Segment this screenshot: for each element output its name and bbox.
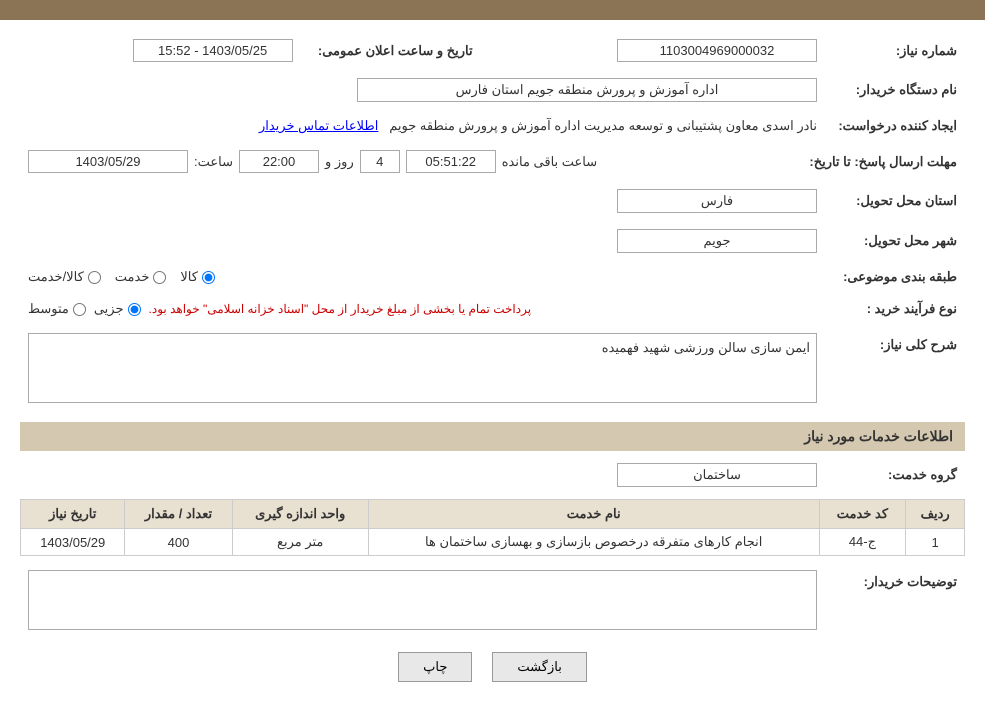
radio-mottavasset[interactable]: متوسط — [28, 301, 86, 317]
ostanMahal-label: استان محل تحویل: — [825, 185, 965, 217]
cell-tarikh: 1403/05/29 — [21, 529, 125, 556]
col-vahed: واحد اندازه گیری — [232, 500, 368, 529]
radio-khadamat-label: خدمت — [115, 269, 150, 285]
radio-kala-input[interactable] — [202, 271, 215, 284]
col-nam: نام خدمت — [368, 500, 819, 529]
info-table-grohe: گروه خدمت: ساختمان — [20, 459, 965, 491]
radio-jozyi-input[interactable] — [128, 303, 141, 316]
table-row: 1ج-44انجام کارهای متفرقه درخصوص بازسازی … — [21, 529, 965, 556]
radio-mottavasset-input[interactable] — [73, 303, 86, 316]
namDastgah-value: اداره آموزش و پرورش منطقه جویم استان فار… — [20, 74, 825, 106]
radio-jozyi[interactable]: جزیی — [94, 301, 141, 317]
info-table-sharh: شرح کلی نیاز: ایمن سازی سالن ورزشی شهید … — [20, 329, 965, 412]
col-radif: ردیف — [906, 500, 965, 529]
service-table: ردیف کد خدمت نام خدمت واحد اندازه گیری ت… — [20, 499, 965, 556]
content-area: شماره نیاز: 1103004969000032 تاریخ و ساع… — [0, 20, 985, 712]
col-kod: کد خدمت — [819, 500, 906, 529]
info-table-top: شماره نیاز: 1103004969000032 تاریخ و ساع… — [20, 35, 965, 66]
tawzihKharidar-label: توضیحات خریدار: — [825, 566, 965, 637]
shomareNiaz-value: 1103004969000032 — [481, 35, 825, 66]
tabaqeBandi-label: طبقه بندی موضوعی: — [825, 265, 965, 289]
radio-khadamat-input[interactable] — [153, 271, 166, 284]
bazgasht-button[interactable]: بازگشت — [492, 652, 586, 682]
sharh-value: ایمن سازی سالن ورزشی شهید فهمیده — [20, 329, 825, 412]
button-row: بازگشت چاپ — [20, 652, 965, 697]
radio-mottavasset-label: متوسط — [28, 301, 69, 317]
radio-khadamat[interactable]: خدمت — [115, 269, 167, 285]
mohlatErsalPasokh-label: مهلت ارسال پاسخ: تا تاریخ: — [801, 146, 965, 177]
rooz-box: 4 — [360, 150, 400, 173]
info-table-tawzih: توضیحات خریدار: — [20, 566, 965, 637]
shomareNiaz-label: شماره نیاز: — [825, 35, 965, 66]
section-header-text: اطلاعات خدمات مورد نیاز — [804, 428, 953, 444]
radio-kalaKhadamat[interactable]: کالا/خدمت — [28, 269, 101, 285]
baghi-mande-label: ساعت باقی مانده — [502, 154, 597, 170]
page-wrapper: شماره نیاز: 1103004969000032 تاریخ و ساع… — [0, 0, 985, 712]
rooz-label: روز و — [325, 154, 354, 170]
tarikhoSaat-label: تاریخ و ساعت اعلان عمومی: — [301, 35, 481, 66]
radio-kala[interactable]: کالا — [180, 269, 215, 285]
baghi-mande-box: 05:51:22 — [406, 150, 496, 173]
groheKhadamat-value: ساختمان — [20, 459, 825, 491]
ijadKonande-text: نادر اسدی معاون پشتیبانی و توسعه مدیریت … — [389, 118, 817, 133]
tawzihKharidar-value — [20, 566, 825, 637]
radio-jozyi-label: جزیی — [94, 301, 124, 317]
col-tarikh: تاریخ نیاز — [21, 500, 125, 529]
noeFarayand-label: نوع فرآیند خرید : — [825, 297, 965, 321]
tarikh-box: 1403/05/29 — [28, 150, 188, 173]
radio-kalaKhadamat-input[interactable] — [88, 271, 101, 284]
ostan-box: فارس — [617, 189, 817, 213]
cell-namKhadamat: انجام کارهای متفرقه درخصوص بازسازی و بهس… — [368, 529, 819, 556]
tarikhoSaat-value: 1403/05/25 - 15:52 — [20, 35, 301, 66]
sharh-box: ایمن سازی سالن ورزشی شهید فهمیده — [28, 333, 817, 403]
section-header-khadamat: اطلاعات خدمات مورد نیاز — [20, 422, 965, 451]
info-table-noe: نوع فرآیند خرید : متوسط جزیی پرداخت تمام… — [20, 297, 965, 321]
ittilaat-link[interactable]: اطلاعات تماس خریدار — [259, 118, 378, 133]
shomareNiaz-box: 1103004969000032 — [617, 39, 817, 62]
noe-note: پرداخت تمام یا بخشی از مبلغ خریدار از مح… — [149, 302, 532, 316]
radio-kala-label: کالا — [180, 269, 198, 285]
saat-box: 22:00 — [239, 150, 319, 173]
col-tedad: تعداد / مقدار — [125, 500, 232, 529]
info-table-mohlat: مهلت ارسال پاسخ: تا تاریخ: 1403/05/29 سا… — [20, 146, 965, 177]
shahrMahal-value: جویم — [20, 225, 825, 257]
cell-vahed: متر مربع — [232, 529, 368, 556]
namDastgah-box: اداره آموزش و پرورش منطقه جویم استان فار… — [357, 78, 817, 102]
cell-radif: 1 — [906, 529, 965, 556]
page-title — [0, 0, 985, 20]
radio-kalaKhadamat-label: کالا/خدمت — [28, 269, 84, 285]
noeFarayand-content: متوسط جزیی پرداخت تمام یا بخشی از مبلغ خ… — [20, 297, 825, 321]
info-table-ostan: استان محل تحویل: فارس — [20, 185, 965, 217]
mohlat-values: 1403/05/29 ساعت: 22:00 روز و 4 05:51:22 … — [20, 146, 801, 177]
tawzih-textarea[interactable] — [28, 570, 817, 630]
tabaqeBandi-radios: کالا/خدمت خدمت کالا — [20, 265, 825, 289]
info-table-shahr: شهر محل تحویل: جویم — [20, 225, 965, 257]
cell-tedad: 400 — [125, 529, 232, 556]
shahrMahal-label: شهر محل تحویل: — [825, 225, 965, 257]
chap-button[interactable]: چاپ — [398, 652, 472, 682]
cell-kodKhadamat: ج-44 — [819, 529, 906, 556]
info-table-tabaqe: طبقه بندی موضوعی: کالا/خدمت خدمت ک — [20, 265, 965, 289]
sharh-text: ایمن سازی سالن ورزشی شهید فهمیده — [602, 340, 810, 355]
grohe-box: ساختمان — [617, 463, 817, 487]
info-table-dastgah: نام دستگاه خریدار: اداره آموزش و پرورش م… — [20, 74, 965, 106]
ijadKonande-value: نادر اسدی معاون پشتیبانی و توسعه مدیریت … — [20, 114, 825, 138]
ijadKonande-label: ایجاد کننده درخواست: — [825, 114, 965, 138]
saat-label: ساعت: — [194, 154, 233, 170]
shahr-box: جویم — [617, 229, 817, 253]
ostanMahal-value: فارس — [20, 185, 825, 217]
namDastgah-label: نام دستگاه خریدار: — [825, 74, 965, 106]
groheKhadamat-label: گروه خدمت: — [825, 459, 965, 491]
info-table-idad: ایجاد کننده درخواست: نادر اسدی معاون پشت… — [20, 114, 965, 138]
sharh-label: شرح کلی نیاز: — [825, 329, 965, 412]
tarikhoSaat-box: 1403/05/25 - 15:52 — [133, 39, 293, 62]
